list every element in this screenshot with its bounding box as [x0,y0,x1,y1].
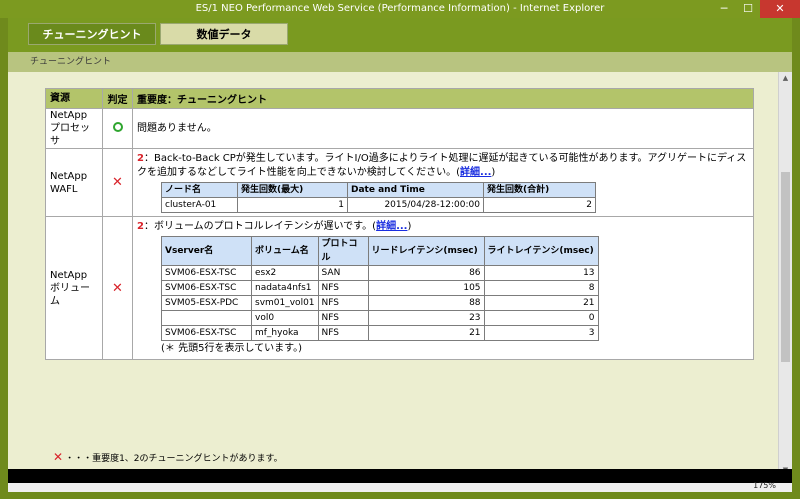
sub-cell [161,310,252,326]
rows-note: (＊ 先頭5行を表示しています。) [161,343,303,354]
header-judgement: 判定 [102,88,133,109]
title-bar: ES/1 NEO Performance Web Service (Perfor… [0,0,800,18]
tab-numeric-data[interactable]: 数値データ [160,23,288,45]
close-button[interactable]: ✕ [760,0,800,18]
header-resource: 資源 [45,88,103,109]
resource-cell: NetApp プロセッサ [45,108,103,149]
sub-cell: 86 [367,265,485,281]
error-x-icon: ✕ [112,175,123,190]
severity-number: 2 [137,153,144,164]
sub-cell: SVM06-ESX-TSC [161,325,252,341]
volume-detail-table: Vserver名 ボリューム名 プロトコル リードレイテンシ(msec) ライト… [161,236,599,341]
sub-cell: nadata4nfs1 [251,280,319,296]
vertical-scrollbar[interactable]: ▲ ▼ [778,72,792,476]
sub-header: プロトコル [317,236,369,266]
judgement-cell: ✕ [102,148,133,217]
sub-header: ライトレイテンシ(msec) [483,236,599,266]
message-cell: 問題ありません。 [132,108,754,149]
table-row: NetApp WAFL ✕ 2：Back-to-Back CPが発生しています。… [45,148,754,217]
wafl-detail-table: ノード名 発生回数(最大) Date and Time 発生回数(合計) clu… [161,182,596,213]
browser-content: チューニングヒント 数値データ チューニングヒント 資源 判定 重要度：チューニ… [8,18,792,492]
sub-cell: 105 [367,280,485,296]
severity-number: 2 [137,221,144,232]
hint-message-end: ) [407,221,412,232]
sub-row: vol0 NFS 23 0 [161,310,599,326]
message-cell: 2：ボリュームのプロトコルレイテンシが遅いです。(詳細...) Vserver名… [132,216,754,360]
window-title: ES/1 NEO Performance Web Service (Perfor… [195,3,605,14]
sub-cell: mf_hyoka [251,325,319,341]
resource-cell: NetApp WAFL [45,148,103,217]
detail-link[interactable]: 詳細... [460,167,491,178]
sub-cell: 3 [483,325,599,341]
notification-bar [8,469,792,483]
sub-header: リードレイテンシ(msec) [367,236,485,266]
breadcrumb: チューニングヒント [8,52,792,72]
tab-tuning-hint[interactable]: チューニングヒント [28,23,156,45]
detail-link[interactable]: 詳細... [376,221,407,232]
sub-row: SVM06-ESX-TSC esx2 SAN 86 13 [161,265,599,281]
sub-header: Date and Time [347,182,484,198]
sub-header: Vserver名 [161,236,252,266]
sub-cell: clusterA-01 [161,197,238,213]
sub-cell: esx2 [251,265,319,281]
sub-header-row: Vserver名 ボリューム名 プロトコル リードレイテンシ(msec) ライト… [161,236,599,266]
sub-cell: SVM05-ESX-PDC [161,295,252,311]
error-x-icon: ✕ [112,280,123,296]
hint-message: ：ボリュームのプロトコルレイテンシが遅いです。( [143,221,377,232]
scroll-thumb[interactable] [781,172,790,362]
sub-cell: NFS [317,295,369,311]
sub-cell: NFS [317,325,369,341]
table-row: NetApp プロセッサ 問題ありません。 [45,108,754,149]
sub-row: clusterA-01 1 2015/04/28-12:00:00 2 [161,197,596,213]
sub-cell: SVM06-ESX-TSC [161,280,252,296]
sub-cell: 21 [483,295,599,311]
maximize-button[interactable]: ☐ [736,0,760,18]
sub-cell: NFS [317,310,369,326]
sub-cell: 0 [483,310,599,326]
sub-cell: svm01_vol01 [251,295,319,311]
tuning-hint-table: 資源 判定 重要度：チューニングヒント NetApp プロセッサ 問題ありません… [45,88,754,360]
table-row: NetApp ボリューム ✕ 2：ボリュームのプロトコルレイテンシが遅いです。(… [45,216,754,360]
sub-cell: 21 [367,325,485,341]
sub-header: 発生回数(最大) [237,182,348,198]
sub-header: 発生回数(合計) [483,182,596,198]
ok-circle-icon [112,122,123,132]
sub-cell: 2 [483,197,596,213]
message-cell: 2：Back-to-Back CPが発生しています。ライトI/O過多によりライト… [132,148,754,217]
sub-row: SVM05-ESX-PDC svm01_vol01 NFS 88 21 [161,295,599,311]
error-x-icon: ✕ [53,450,64,464]
sub-cell: NFS [317,280,369,296]
tab-bar: チューニングヒント 数値データ [8,18,792,52]
sub-cell: SAN [317,265,369,281]
sub-cell: 13 [483,265,599,281]
sub-cell: 8 [483,280,599,296]
minimize-button[interactable]: ─ [712,0,736,18]
zoom-level[interactable]: 175% [753,481,776,490]
hint-message-end: ) [491,167,496,178]
table-header-row: 資源 判定 重要度：チューニングヒント [45,88,754,109]
header-hint: 重要度：チューニングヒント [132,88,754,109]
sub-header: ノード名 [161,182,238,198]
sub-header: ボリューム名 [251,236,319,266]
status-bar: 175% [8,481,792,492]
legend: ✕ ・・・重要度1、2のチューニングヒントがあります。 [53,450,283,464]
sub-cell: SVM06-ESX-TSC [161,265,252,281]
sub-cell: 23 [367,310,485,326]
sub-cell: 1 [237,197,348,213]
scroll-up-icon[interactable]: ▲ [779,72,792,84]
sub-header-row: ノード名 発生回数(最大) Date and Time 発生回数(合計) [161,182,596,198]
sub-cell: 2015/04/28-12:00:00 [347,197,484,213]
sub-cell: 88 [367,295,485,311]
sub-row: SVM06-ESX-TSC nadata4nfs1 NFS 105 8 [161,280,599,296]
hint-message: ：Back-to-Back CPが発生しています。ライトI/O過多によりライト処… [137,153,747,178]
sub-row: SVM06-ESX-TSC mf_hyoka NFS 21 3 [161,325,599,341]
judgement-cell [102,108,133,149]
sub-cell: vol0 [251,310,319,326]
legend-text: ・・・重要度1、2のチューニングヒントがあります。 [65,454,283,464]
judgement-cell: ✕ [102,216,133,360]
resource-cell: NetApp ボリューム [45,216,103,360]
